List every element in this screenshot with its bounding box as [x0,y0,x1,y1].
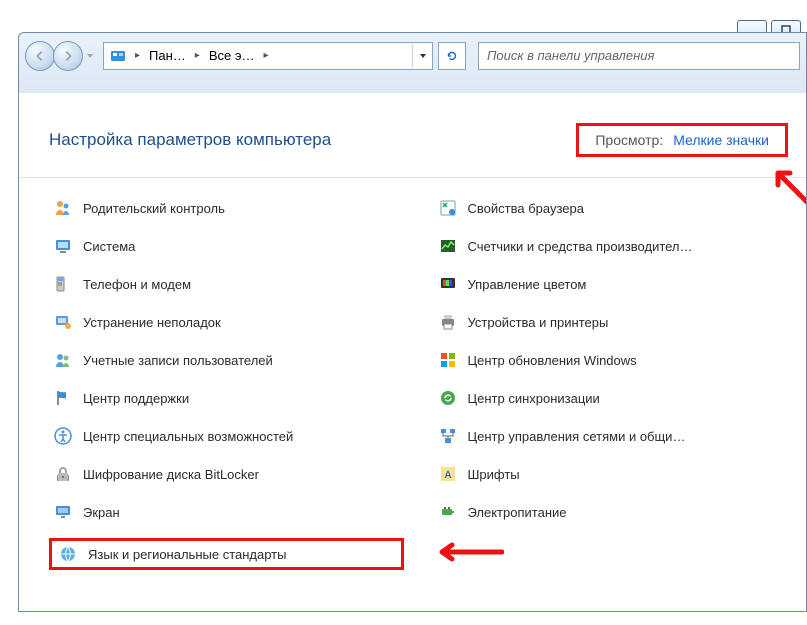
item-label: Центр поддержки [83,391,189,406]
item-browser-properties[interactable]: Свойства браузера [434,196,789,220]
items-grid: Родительский контроль Свойства браузера … [49,196,788,570]
system-icon [53,236,73,256]
printer-icon [438,312,458,332]
search-input[interactable]: Поиск в панели управления [478,42,800,70]
chevron-right-icon: ▸ [132,50,143,61]
item-system[interactable]: Система [49,234,404,258]
users-icon [53,350,73,370]
item-label: Центр управления сетями и общи… [468,429,686,444]
item-label: Свойства браузера [468,201,584,216]
item-power[interactable]: Электропитание [434,500,789,524]
item-label: Устройства и принтеры [468,315,609,330]
item-display[interactable]: Экран [49,500,404,524]
display-icon [53,502,73,522]
flag-icon [53,388,73,408]
network-icon [438,426,458,446]
item-ease-of-access[interactable]: Центр специальных возможностей [49,424,404,448]
item-label: Шифрование диска BitLocker [83,467,259,482]
perf-icon [438,236,458,256]
item-region-language[interactable]: Язык и региональные стандарты [49,538,404,570]
phone-icon [53,274,73,294]
item-label: Экран [83,505,120,520]
forward-button[interactable] [53,41,83,71]
item-label: Центр обновления Windows [468,353,637,368]
item-label: Счетчики и средства производител… [468,239,693,254]
item-label: Центр синхронизации [468,391,600,406]
separator [19,177,806,178]
breadcrumb-seg-2[interactable]: Все э… [203,43,261,69]
family-icon [53,198,73,218]
item-label: Электропитание [468,505,567,520]
item-phone-modem[interactable]: Телефон и модем [49,272,404,296]
item-label: Управление цветом [468,277,587,292]
item-label: Шрифты [468,467,520,482]
item-label: Центр специальных возможностей [83,429,293,444]
item-label: Устранение неполадок [83,315,221,330]
globe-icon [58,544,78,564]
item-color-management[interactable]: Управление цветом [434,272,789,296]
view-value: Мелкие значки [673,132,769,148]
item-network-sharing[interactable]: Центр управления сетями и общи… [434,424,789,448]
item-sync-center[interactable]: Центр синхронизации [434,386,789,410]
power-icon [438,502,458,522]
trouble-icon [53,312,73,332]
item-windows-update[interactable]: Центр обновления Windows [434,348,789,372]
item-label: Родительский контроль [83,201,225,216]
item-support-center[interactable]: Центр поддержки [49,386,404,410]
item-troubleshooting[interactable]: Устранение неполадок [49,310,404,334]
item-label: Телефон и модем [83,277,191,292]
address-dropdown[interactable] [412,43,432,69]
color-icon [438,274,458,294]
item-parental-control[interactable]: Родительский контроль [49,196,404,220]
item-performance-counters[interactable]: Счетчики и средства производител… [434,234,789,258]
content-area: Настройка параметров компьютера Просмотр… [19,93,806,611]
fonts-icon: A [438,464,458,484]
chevron-right-icon: ▸ [192,50,203,61]
access-icon [53,426,73,446]
item-devices-printers[interactable]: Устройства и принтеры [434,310,789,334]
lock-icon [53,464,73,484]
sync-icon [438,388,458,408]
address-bar[interactable]: ▸ Пан… ▸ Все э… ▸ [103,42,433,70]
view-label: Просмотр: [595,132,663,148]
item-label: Язык и региональные стандарты [88,547,286,562]
nav-buttons [25,41,97,71]
chevron-right-icon: ▸ [260,50,271,61]
item-label: Учетные записи пользователей [83,353,273,368]
update-icon [438,350,458,370]
browser-icon [438,198,458,218]
back-button[interactable] [25,41,55,71]
nav-history-dropdown[interactable] [83,45,97,67]
control-panel-icon [104,43,132,69]
item-label: Система [83,239,135,254]
search-placeholder: Поиск в панели управления [487,48,654,63]
toolbar: ▸ Пан… ▸ Все э… ▸ Поиск в панели управле… [19,33,806,78]
svg-text:A: A [444,470,451,481]
refresh-button[interactable] [438,42,466,70]
item-fonts[interactable]: A Шрифты [434,462,789,486]
view-mode-box[interactable]: Просмотр: Мелкие значки [576,123,788,157]
item-user-accounts[interactable]: Учетные записи пользователей [49,348,404,372]
window-frame: ▸ Пан… ▸ Все э… ▸ Поиск в панели управле… [18,32,807,612]
breadcrumb-seg-1[interactable]: Пан… [143,43,192,69]
page-title: Настройка параметров компьютера [49,130,331,150]
item-bitlocker[interactable]: Шифрование диска BitLocker [49,462,404,486]
